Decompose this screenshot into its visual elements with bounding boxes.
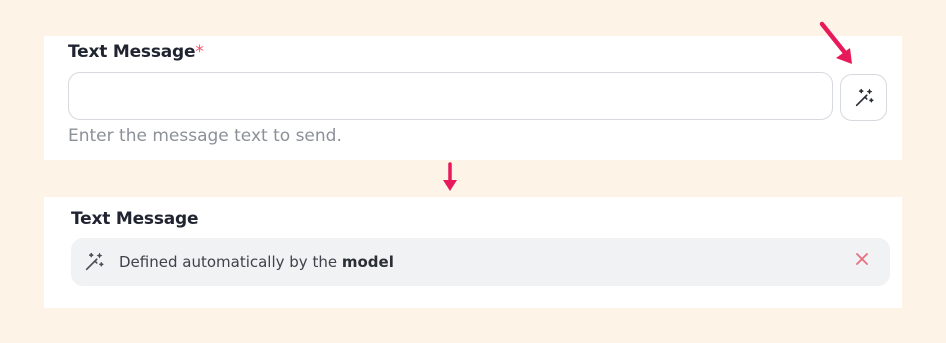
magic-wand-icon xyxy=(85,252,104,271)
field-label: Text Message xyxy=(71,209,199,229)
required-marker: * xyxy=(195,42,204,62)
text-message-field-card: Text Message* Enter the message text to … xyxy=(44,36,902,160)
close-icon xyxy=(856,253,868,265)
clear-auto-button[interactable] xyxy=(851,248,873,270)
text-message-input[interactable] xyxy=(68,72,833,120)
auto-defined-source: model xyxy=(341,253,394,271)
auto-defined-text: Defined automatically by the model xyxy=(119,253,394,271)
auto-defined-prefix: Defined automatically by the xyxy=(119,253,342,271)
field-label: Text Message* xyxy=(68,42,204,62)
down-arrow-icon xyxy=(443,162,457,191)
annotation-arrow-icon xyxy=(819,21,852,64)
auto-defined-field-card: Text Message Defined automatically by th… xyxy=(44,197,902,308)
auto-defined-value: Defined automatically by the model xyxy=(71,238,890,286)
field-helper-text: Enter the message text to send. xyxy=(68,126,342,146)
auto-define-button[interactable] xyxy=(840,74,887,121)
magic-wand-icon xyxy=(855,88,874,106)
